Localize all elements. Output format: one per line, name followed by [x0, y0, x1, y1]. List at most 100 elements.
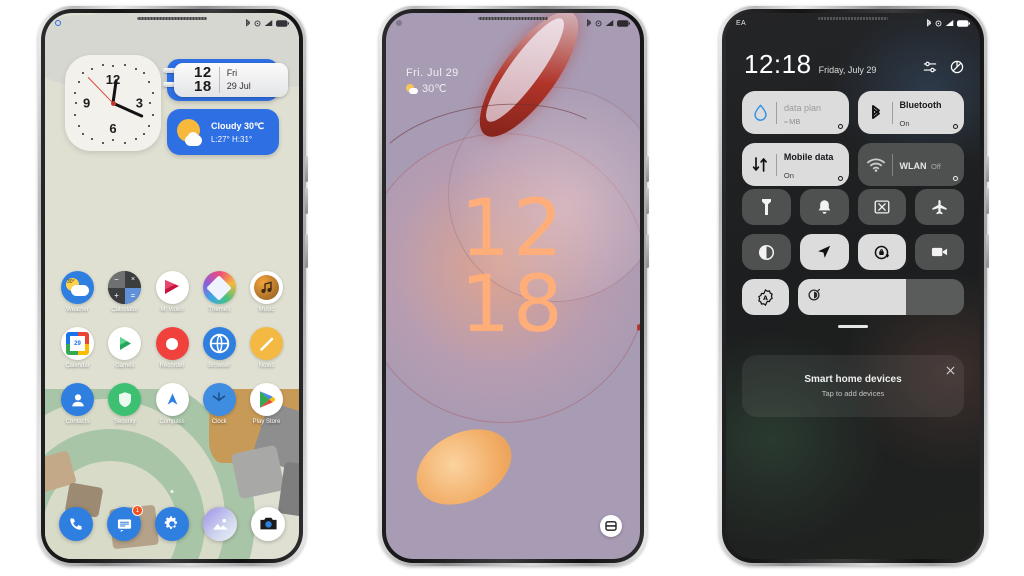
play-store-icon	[250, 383, 283, 416]
dark-mode-icon[interactable]	[742, 234, 791, 270]
app-compass[interactable]: Compass	[150, 383, 195, 425]
app-security[interactable]: Security	[102, 383, 147, 425]
app-label: Recorder	[159, 363, 185, 369]
tile-expand-dot[interactable]	[837, 124, 843, 129]
tile-mobile-data[interactable]: Mobile data On	[742, 143, 849, 186]
camera-icon[interactable]	[251, 507, 285, 541]
gallery-icon[interactable]	[203, 507, 237, 541]
weather-text: Cloudy 30℃ L:27° H:31°	[211, 119, 264, 146]
app-label: Weather	[66, 307, 89, 313]
contacts-icon	[61, 383, 94, 416]
volume-down-button[interactable]	[986, 188, 989, 214]
app-clock[interactable]: Clock	[197, 383, 242, 425]
tile-value: --	[784, 117, 788, 126]
app-label: Music	[258, 307, 275, 313]
widget-minutes: 18	[194, 78, 212, 95]
app-browser[interactable]: Browser	[197, 327, 242, 369]
volume-up-button[interactable]	[646, 156, 649, 182]
statusbar-lock	[386, 13, 640, 33]
app-label: Games	[115, 363, 135, 369]
carrier-label: EA	[736, 19, 746, 27]
recorder-icon	[155, 327, 189, 360]
tile-expand-dot[interactable]	[953, 176, 958, 181]
volume-down-button[interactable]	[305, 188, 308, 214]
statusbar-icons	[586, 18, 630, 28]
weather-widget[interactable]: Cloudy 30℃ L:27° H:31°	[167, 109, 279, 155]
app-row-2: 29 Calendar Games Recorder Browser Notes	[55, 327, 289, 369]
lockscreen-clock: 12 18	[386, 184, 640, 344]
app-mi-video[interactable]: Mi Video	[150, 271, 195, 313]
widget-weekday: Fri	[226, 68, 238, 78]
phone-icon[interactable]	[59, 507, 93, 541]
location-icon[interactable]	[799, 234, 849, 270]
bluetooth-icon	[867, 104, 885, 122]
app-calendar[interactable]: 29 Calendar	[55, 327, 100, 369]
power-edit-icon[interactable]	[950, 60, 964, 74]
tile-subtitle: On	[783, 170, 794, 180]
alarm-icon	[935, 20, 942, 26]
tile-divider	[891, 153, 893, 176]
tile-bluetooth[interactable]: Bluetooth On	[857, 91, 964, 134]
app-contacts[interactable]: Contacts	[55, 383, 100, 425]
settings-sliders-icon[interactable]	[923, 60, 937, 74]
sound-bell-icon[interactable]	[799, 189, 849, 225]
app-music[interactable]: Music	[244, 271, 289, 313]
app-weather[interactable]: 30° Weather	[55, 271, 100, 313]
messages-icon[interactable]: 1	[107, 505, 143, 541]
app-label: Notes	[258, 363, 275, 369]
screen-recorder-icon[interactable]	[915, 234, 964, 270]
auto-brightness-icon[interactable]: A	[742, 279, 789, 315]
close-icon[interactable]	[946, 362, 955, 380]
signal-icon	[605, 20, 614, 26]
app-grid: 30° Weather − × + = Calculator Mi Video …	[55, 271, 289, 439]
signal-icon	[945, 20, 954, 26]
tile-title: Bluetooth	[899, 99, 942, 110]
clock-pivot	[110, 100, 116, 106]
app-play-store[interactable]: Play Store	[244, 383, 289, 425]
volume-up-button[interactable]	[986, 156, 989, 182]
tile-data-plan[interactable]: data plan -- MB	[742, 91, 849, 134]
clock-numeral-6: 6	[109, 121, 117, 136]
flashlight-icon[interactable]	[742, 189, 791, 225]
browser-icon	[202, 327, 236, 360]
power-button[interactable]	[305, 234, 308, 268]
panel-drag-handle[interactable]	[838, 325, 868, 328]
volume-up-button[interactable]	[305, 156, 308, 182]
power-button[interactable]	[646, 234, 649, 268]
calendar-icon: 29	[61, 327, 94, 360]
tile-expand-dot[interactable]	[953, 124, 958, 129]
volume-down-button[interactable]	[646, 188, 649, 214]
calculator-icon: − × + =	[108, 271, 142, 304]
brightness-slider[interactable]	[798, 279, 964, 315]
tile-text: Bluetooth On	[899, 95, 955, 131]
app-notes[interactable]: Notes	[244, 327, 289, 369]
wallet-icon[interactable]	[600, 515, 622, 537]
tile-wlan[interactable]: WLAN Off	[857, 143, 964, 186]
smart-home-card[interactable]: Smart home devices Tap to add devices	[742, 355, 964, 417]
statusbar-icons	[245, 18, 289, 28]
auto-rotate-icon[interactable]	[857, 234, 907, 270]
dock: 1	[55, 505, 289, 541]
airplane-mode-icon[interactable]	[915, 189, 964, 225]
phone-device-home: 12 3 6 9 12 18 Fri 29 Jul Cloudy 30℃ L:2…	[38, 6, 308, 566]
date-clock-widget[interactable]: 12 18 Fri 29 Jul	[163, 59, 288, 101]
app-calculator[interactable]: − × + = Calculator	[102, 271, 147, 313]
analog-clock-widget[interactable]: 12 3 6 9	[65, 55, 161, 151]
lockscreen-temperature: 30℃	[422, 83, 447, 95]
battery-icon	[276, 19, 289, 27]
tile-expand-dot[interactable]	[837, 176, 843, 181]
app-games[interactable]: Games	[102, 327, 147, 369]
calendar-day: 29	[70, 336, 85, 351]
app-recorder[interactable]: Recorder	[150, 327, 195, 369]
quick-settings-small-tiles	[742, 189, 964, 270]
tile-title: WLAN	[899, 160, 927, 171]
lockscreen-clock-hours: 12	[460, 184, 566, 274]
header-actions	[923, 60, 964, 77]
app-label: Compass	[159, 419, 185, 425]
settings-icon[interactable]	[155, 507, 189, 541]
data-usage-icon	[751, 104, 769, 121]
app-themes[interactable]: Themes	[197, 271, 242, 313]
wifi-icon	[866, 158, 885, 172]
cast-screenshot-icon[interactable]	[857, 189, 907, 225]
power-button[interactable]	[986, 234, 989, 268]
